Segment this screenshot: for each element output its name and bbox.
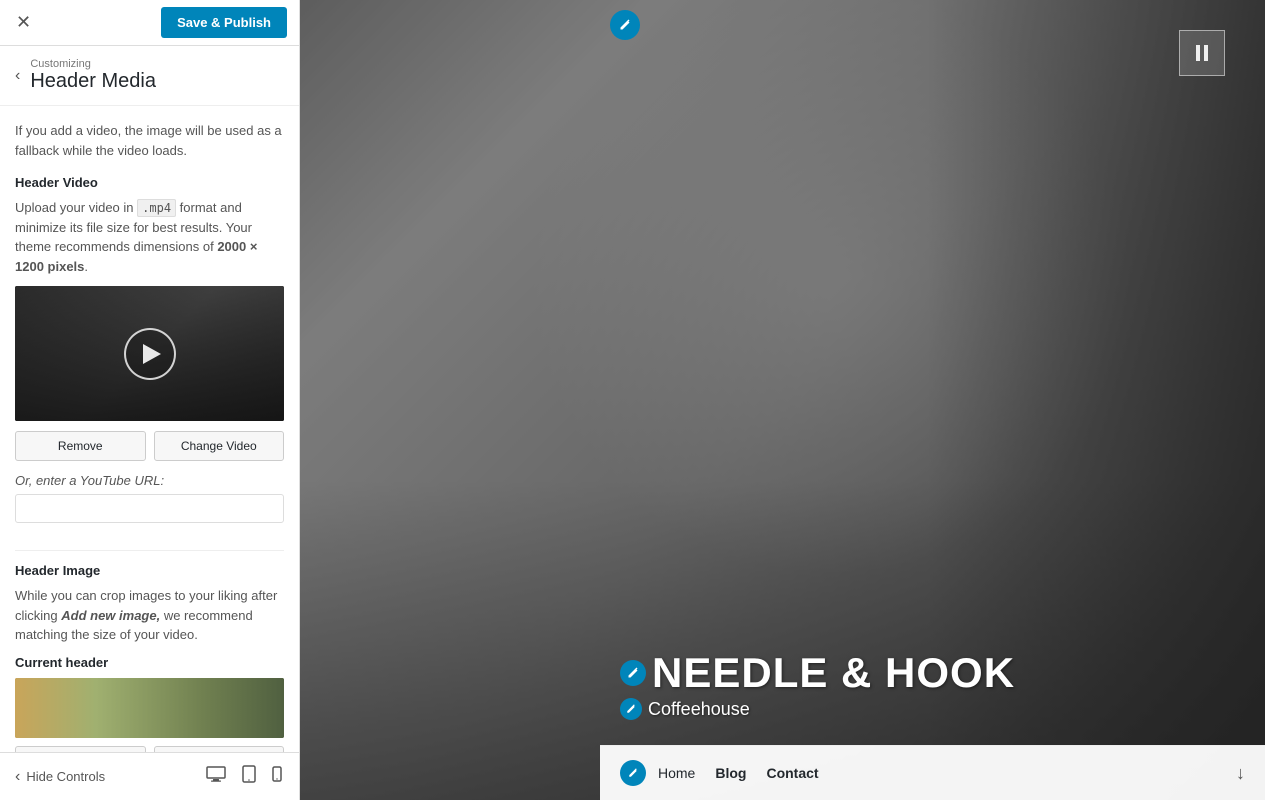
nav-item-blog[interactable]: Blog <box>715 765 746 781</box>
site-title-pencil-icon <box>627 667 639 679</box>
scroll-down-icon: ↓ <box>1236 763 1245 784</box>
edit-header-media-button[interactable] <box>610 10 640 40</box>
current-header-label: Current header <box>15 655 284 670</box>
preview-nav: Home Blog Contact ↓ <box>600 745 1265 800</box>
nav-pencil-icon <box>628 768 638 778</box>
upload-note: Upload your video in .mp4 format and min… <box>15 198 284 276</box>
customizing-label: Customizing <box>30 58 156 70</box>
header-image-section: Header Image While you can crop images t… <box>15 563 284 752</box>
nav-item-contact[interactable]: Contact <box>766 765 818 781</box>
preview-area: NEEDLE & HOOK Coffeehouse Home Blog Cont… <box>300 0 1265 800</box>
section-title: Header Media <box>30 70 156 93</box>
edit-site-title-button[interactable] <box>620 660 646 686</box>
bottom-bar: ‹ Hide Controls <box>0 752 299 800</box>
site-tagline-pencil-icon <box>626 704 636 714</box>
thumb-inner <box>15 678 284 738</box>
site-tagline: Coffeehouse <box>648 699 750 720</box>
pencil-icon <box>619 19 631 31</box>
customizer-panel: ✕ Save & Publish ‹ Customizing Header Me… <box>0 0 300 800</box>
pause-icon <box>1196 45 1208 61</box>
hide-controls-label: Hide Controls <box>26 769 105 784</box>
play-button[interactable] <box>124 328 176 380</box>
pause-bar-right <box>1204 45 1208 61</box>
panel-content: If you add a video, the image will be us… <box>0 106 299 752</box>
youtube-label: Or, enter a YouTube URL: <box>15 473 284 488</box>
current-header-thumbnail[interactable] <box>15 678 284 738</box>
nav-item-home[interactable]: Home <box>658 765 695 781</box>
divider <box>15 550 284 551</box>
hide-controls-back-icon: ‹ <box>15 768 20 786</box>
mobile-view-button[interactable] <box>270 764 284 789</box>
top-bar: ✕ Save & Publish <box>0 0 299 46</box>
section-header-text: Customizing Header Media <box>30 58 156 93</box>
desktop-icon <box>206 766 226 782</box>
nav-items: Home Blog Contact <box>658 765 819 781</box>
tablet-view-button[interactable] <box>240 763 258 790</box>
tablet-icon <box>242 765 256 783</box>
site-title: NEEDLE & HOOK <box>652 652 1015 694</box>
site-branding: NEEDLE & HOOK Coffeehouse <box>620 652 1015 720</box>
site-tagline-row: Coffeehouse <box>620 698 1015 720</box>
header-video-label: Header Video <box>15 175 284 190</box>
section-header: ‹ Customizing Header Media <box>0 46 299 106</box>
hide-controls-button[interactable]: ‹ Hide Controls <box>15 768 105 786</box>
edit-nav-button[interactable] <box>620 760 646 786</box>
site-title-row: NEEDLE & HOOK <box>620 652 1015 694</box>
image-note: While you can crop images to your liking… <box>15 586 284 645</box>
change-video-button[interactable]: Change Video <box>154 431 285 461</box>
pause-bar-left <box>1196 45 1200 61</box>
play-triangle-icon <box>143 344 161 364</box>
header-image-label: Header Image <box>15 563 284 578</box>
device-icons <box>204 763 284 790</box>
save-publish-button[interactable]: Save & Publish <box>161 7 287 38</box>
remove-video-button[interactable]: Remove <box>15 431 146 461</box>
mobile-icon <box>272 766 282 782</box>
desktop-view-button[interactable] <box>204 764 228 789</box>
video-buttons: Remove Change Video <box>15 431 284 461</box>
fallback-note: If you add a video, the image will be us… <box>15 121 284 160</box>
close-button[interactable]: ✕ <box>12 8 35 37</box>
pause-button[interactable] <box>1179 30 1225 76</box>
edit-site-tagline-button[interactable] <box>620 698 642 720</box>
youtube-url-input[interactable] <box>15 494 284 523</box>
video-thumbnail[interactable] <box>15 286 284 421</box>
back-button[interactable]: ‹ <box>15 67 20 85</box>
